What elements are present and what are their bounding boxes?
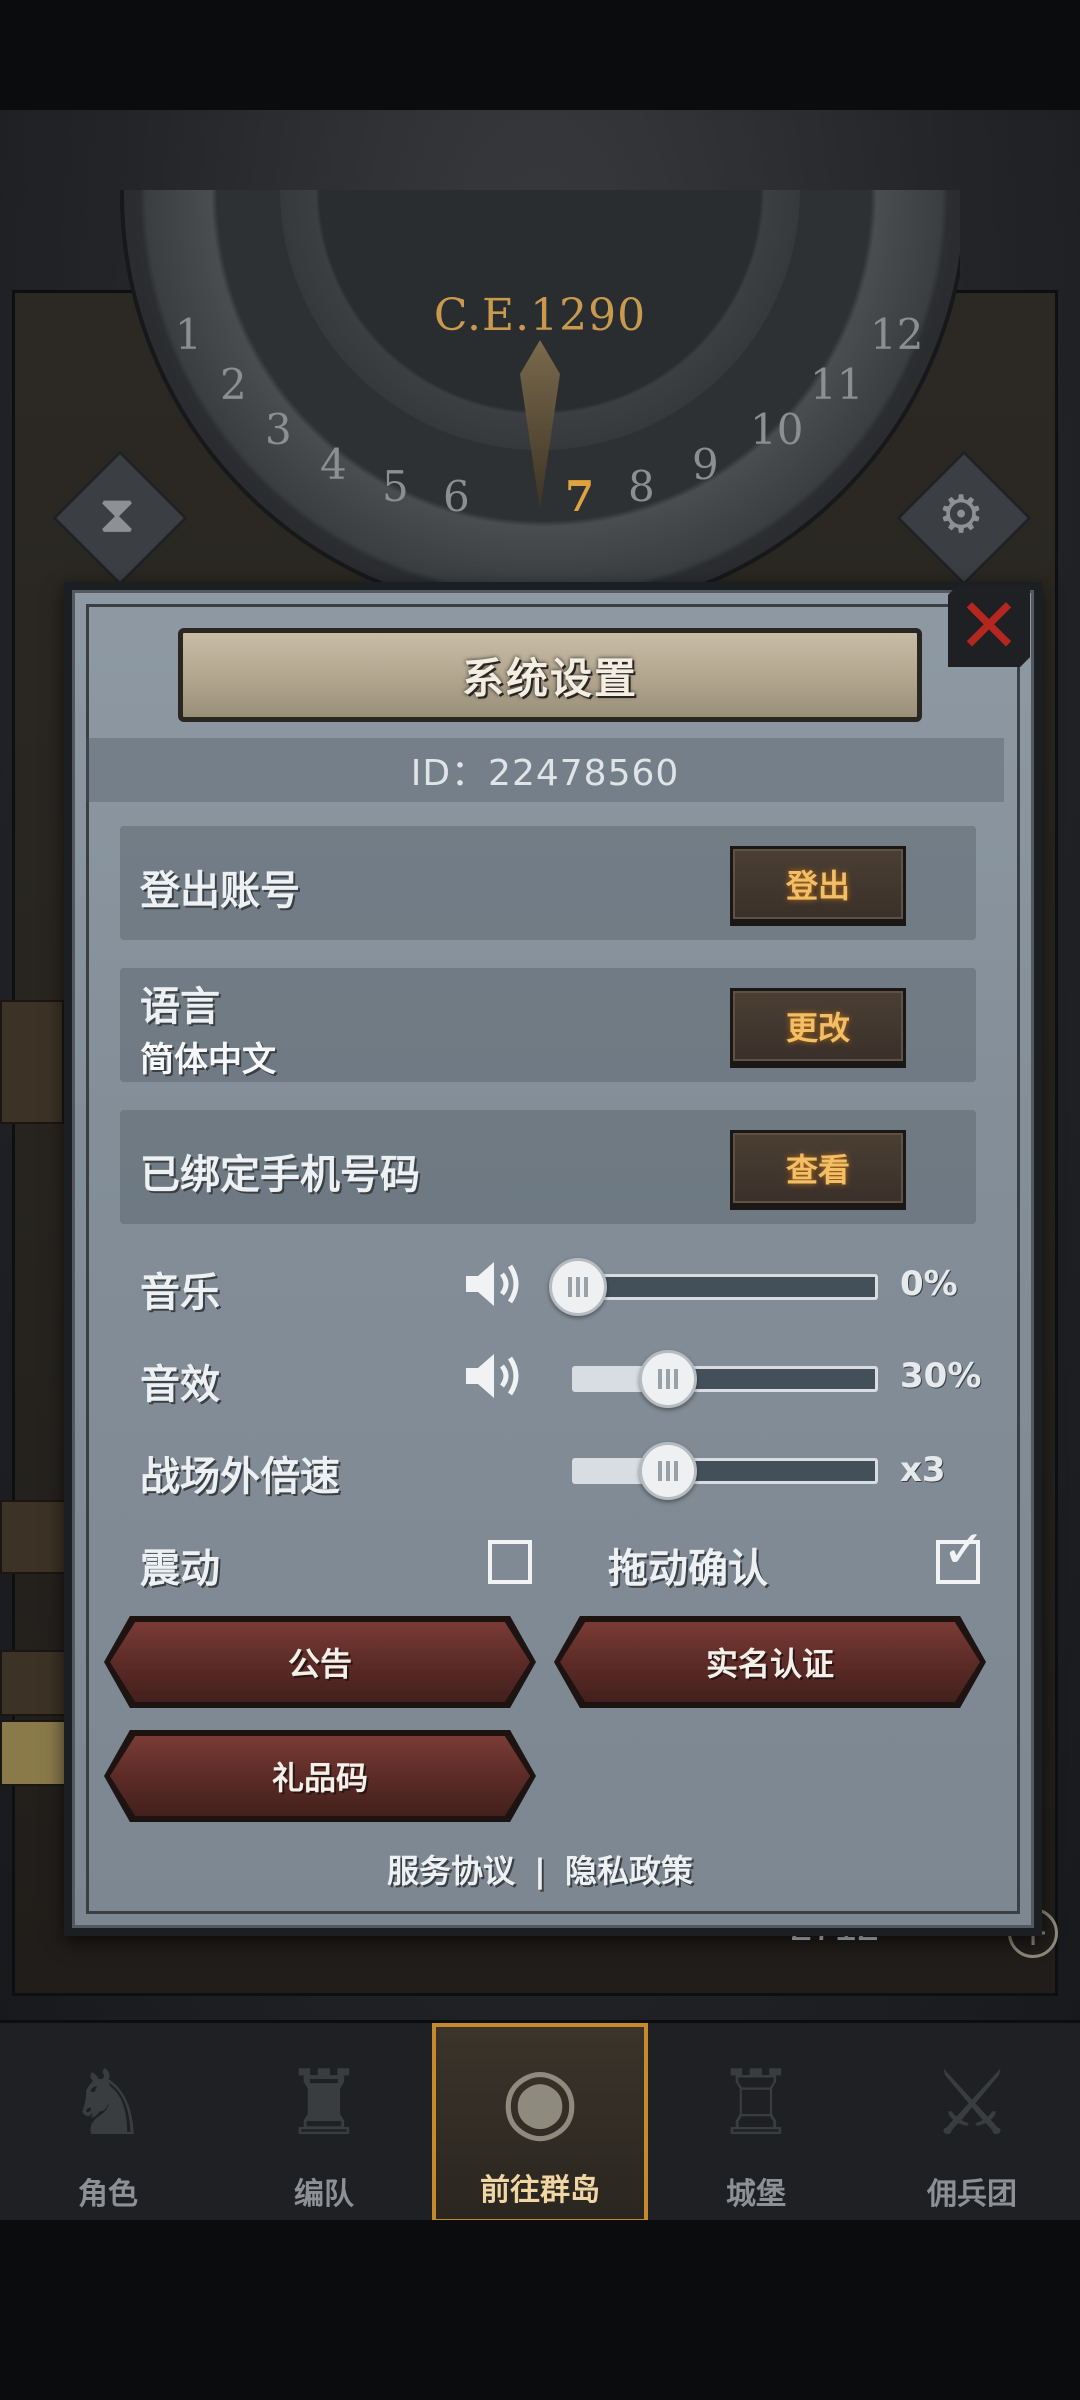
music-slider[interactable] (549, 1258, 878, 1316)
nav-item-character[interactable]: ♞ 角色 (0, 2023, 216, 2223)
nav-label: 角色 (78, 2177, 138, 2212)
close-icon: ✕ (957, 581, 1021, 670)
nav-item-team[interactable]: ♜ 编队 (216, 2023, 432, 2223)
dial-number: 10 (750, 405, 804, 454)
link-separator: | (534, 1852, 546, 1890)
nav-label: 城堡 (726, 2177, 786, 2212)
mercenary-icon: ⚔ (931, 2050, 1013, 2156)
nav-label: 编队 (294, 2177, 354, 2212)
language-row: 语言 简体中文 更改 (120, 968, 976, 1082)
speed-slider[interactable] (572, 1442, 878, 1500)
logout-button-label: 登出 (785, 867, 850, 905)
speed-label: 战场外倍速 (140, 1454, 340, 1500)
scroll-icon[interactable] (0, 1500, 66, 1574)
privacy-policy-link[interactable]: 隐私政策 (565, 1852, 693, 1890)
nav-item-mercenary[interactable]: ⚔ 佣兵团 (864, 2023, 1080, 2223)
sfx-slider-handle[interactable] (639, 1350, 697, 1408)
gift-code-button-label: 礼品码 (271, 1759, 368, 1797)
notice-button[interactable]: 公告 (104, 1616, 536, 1708)
calendar-dial: C.E.1290 1 2 3 4 5 6 7 8 9 10 11 12 (120, 190, 960, 610)
realname-button-label: 实名认证 (705, 1645, 834, 1683)
bottom-nav: ♞ 角色 ♜ 编队 ◉ 前往群岛 ♖ 城堡 ⚔ 佣兵团 (0, 2020, 1080, 2223)
phone-label: 已绑定手机号码 (140, 1152, 420, 1198)
legal-links: 服务协议 | 隐私政策 (0, 1846, 1080, 1892)
vibration-label: 震动 (140, 1546, 220, 1592)
sfx-value: 30% (900, 1356, 982, 1396)
dialog-title: 系统设置 (461, 653, 638, 703)
checkmark-icon: ✓ (942, 1520, 986, 1580)
sfx-slider[interactable] (572, 1350, 878, 1408)
language-value: 简体中文 (140, 1040, 276, 1080)
nav-label: 前往群岛 (480, 2173, 600, 2208)
realname-button[interactable]: 实名认证 (554, 1616, 986, 1708)
status-bar (0, 0, 1080, 110)
dial-number: 2 (220, 360, 247, 409)
sfx-label: 音效 (140, 1362, 220, 1408)
phone-row: 已绑定手机号码 查看 (120, 1110, 976, 1224)
music-value: 0% (900, 1264, 958, 1304)
music-slider-handle[interactable] (549, 1258, 607, 1316)
music-label: 音乐 (140, 1270, 220, 1316)
logout-label: 登出账号 (140, 868, 300, 914)
dial-number: 8 (628, 462, 655, 511)
dial-number: 4 (320, 440, 347, 489)
system-nav-bar (0, 2220, 1080, 2400)
dial-number: 11 (810, 360, 864, 409)
dial-number: 12 (870, 310, 924, 359)
dial-number: 3 (265, 405, 292, 454)
notice-button-label: 公告 (287, 1645, 352, 1683)
search-icon[interactable] (0, 1720, 66, 1786)
logout-button[interactable]: 登出 (730, 846, 906, 922)
globe-icon: ◉ (500, 2046, 580, 2152)
nav-item-islands[interactable]: ◉ 前往群岛 (432, 2023, 648, 2223)
dialog-title-banner: 系统设置 (178, 628, 922, 722)
nav-label: 佣兵团 (927, 2177, 1017, 2212)
nav-item-castle[interactable]: ♖ 城堡 (648, 2023, 864, 2223)
hourglass-icon: ⧗ (98, 484, 136, 545)
user-id-bar: ID：22478560 (86, 738, 1004, 802)
dial-number: 9 (692, 440, 719, 489)
speed-value: x3 (900, 1450, 946, 1490)
speaker-icon[interactable] (462, 1252, 526, 1316)
service-agreement-link[interactable]: 服务协议 (387, 1852, 515, 1890)
dial-number: 6 (443, 472, 470, 521)
vibration-checkbox[interactable] (488, 1540, 532, 1584)
year-label: C.E.1290 (433, 290, 647, 341)
map-building (0, 1000, 64, 1124)
close-button[interactable]: ✕ (948, 585, 1030, 667)
drag-confirm-checkbox[interactable]: ✓ (936, 1524, 986, 1584)
view-phone-button[interactable]: 查看 (730, 1130, 906, 1206)
dial-number-active[interactable]: 7 (565, 472, 594, 521)
speed-slider-handle[interactable] (639, 1442, 697, 1500)
language-label: 语言 (140, 984, 220, 1030)
view-phone-label: 查看 (785, 1151, 850, 1189)
user-id: ID：22478560 (410, 753, 680, 794)
change-language-button[interactable]: 更改 (730, 988, 906, 1064)
dial-number: 5 (382, 462, 409, 511)
gift-code-button[interactable]: 礼品码 (104, 1730, 536, 1822)
change-language-label: 更改 (785, 1009, 850, 1047)
team-icon: ♜ (283, 2050, 365, 2156)
gear-icon: ⚙ (937, 485, 985, 545)
speaker-icon[interactable] (462, 1344, 526, 1408)
logout-row: 登出账号 登出 (120, 826, 976, 940)
castle-icon: ♖ (715, 2050, 797, 2156)
target-icon[interactable] (0, 1650, 66, 1716)
dial-number: 1 (175, 310, 202, 359)
drag-confirm-label: 拖动确认 (608, 1546, 768, 1592)
knight-icon: ♞ (67, 2050, 149, 2156)
